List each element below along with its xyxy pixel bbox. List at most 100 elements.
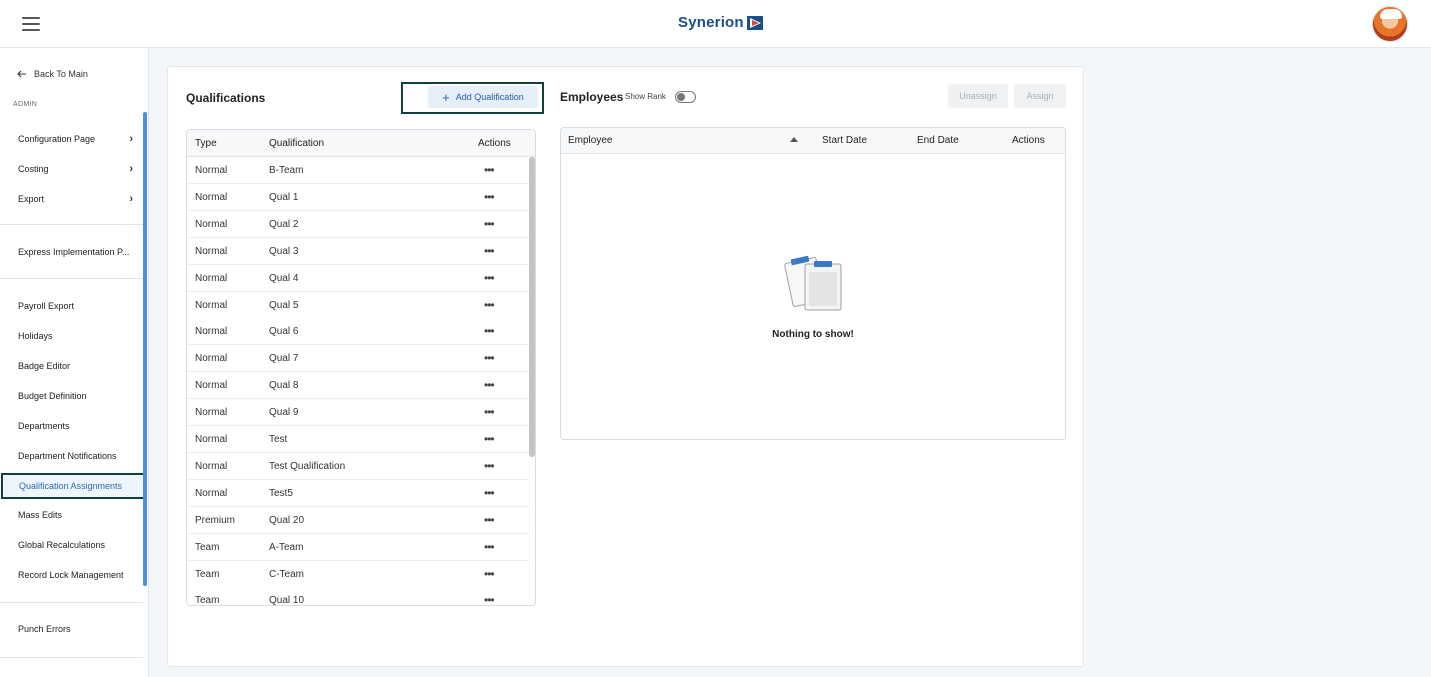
- cell-type: Normal: [195, 407, 228, 419]
- cell-qualification: Qual 2: [269, 218, 299, 230]
- show-rank-toggle[interactable]: [675, 91, 696, 103]
- sidebar-item-qualification-assignments[interactable]: Qualification Assignments: [1, 473, 146, 499]
- sidebar-item-costing[interactable]: Costing ›: [18, 163, 133, 175]
- sidebar-item-label: Express Implementation P...: [18, 247, 130, 257]
- row-actions-icon[interactable]: •••: [484, 271, 495, 285]
- synerion-logo[interactable]: Synerion: [678, 14, 763, 31]
- column-header-end-date[interactable]: End Date: [917, 135, 959, 146]
- row-actions-icon[interactable]: •••: [484, 217, 495, 231]
- clipboard-icon: [784, 255, 842, 311]
- table-row[interactable]: Normal Qual 2 •••: [187, 210, 529, 238]
- column-header-employee[interactable]: Employee: [568, 135, 612, 146]
- table-row[interactable]: Team A-Team •••: [187, 533, 529, 561]
- sidebar-item-payroll-export[interactable]: Payroll Export: [18, 301, 133, 311]
- table-row[interactable]: Normal Qual 4 •••: [187, 264, 529, 292]
- cell-qualification: Qual 1: [269, 191, 299, 203]
- cell-qualification: C-Team: [269, 568, 305, 580]
- sidebar-item-label: Badge Editor: [18, 361, 71, 371]
- top-bar: Synerion: [0, 0, 1431, 48]
- hamburger-icon[interactable]: [22, 17, 40, 31]
- employees-table: Employee Start Date End Date Actions Not…: [560, 127, 1066, 440]
- column-header-qualification[interactable]: Qualification: [269, 138, 324, 149]
- sidebar-item-label: Global Recalculations: [18, 540, 106, 550]
- sidebar-item-budget-definition[interactable]: Budget Definition: [18, 391, 133, 401]
- cell-qualification: B-Team: [269, 165, 304, 176]
- cell-qualification: Qual 9: [269, 407, 299, 419]
- sidebar-item-label: Costing: [18, 164, 49, 174]
- row-actions-icon[interactable]: •••: [484, 567, 495, 581]
- table-row[interactable]: Normal Qual 3 •••: [187, 238, 529, 265]
- table-scrollbar[interactable]: [529, 157, 535, 457]
- arrow-left-icon: [17, 70, 26, 78]
- add-qualification-button[interactable]: + Add Qualification: [428, 86, 538, 108]
- cell-type: Normal: [195, 460, 228, 472]
- row-actions-icon[interactable]: •••: [484, 378, 495, 392]
- row-actions-icon[interactable]: •••: [484, 593, 495, 605]
- row-actions-icon[interactable]: •••: [484, 351, 495, 365]
- sidebar-divider: [0, 602, 143, 603]
- table-row[interactable]: Normal Qual 5 •••: [187, 292, 529, 319]
- cell-type: Normal: [195, 245, 228, 257]
- table-row[interactable]: Normal B-Team •••: [187, 157, 529, 184]
- chevron-right-icon: ›: [129, 163, 133, 175]
- cell-type: Normal: [195, 191, 228, 203]
- sidebar-item-export[interactable]: Export ›: [18, 193, 133, 205]
- table-row[interactable]: Team C-Team •••: [187, 561, 529, 588]
- sidebar-item-configuration-page[interactable]: Configuration Page ›: [18, 133, 133, 145]
- row-actions-icon[interactable]: •••: [484, 432, 495, 446]
- sidebar-item-badge-editor[interactable]: Badge Editor: [18, 361, 133, 371]
- sidebar-item-express-implementation[interactable]: Express Implementation P...: [18, 247, 133, 257]
- row-actions-icon[interactable]: •••: [484, 486, 495, 500]
- cell-type: Normal: [195, 165, 228, 176]
- employees-title: Employees: [560, 90, 624, 104]
- row-actions-icon[interactable]: •••: [484, 298, 495, 312]
- add-qualification-label: Add Qualification: [455, 92, 524, 102]
- cell-qualification: Test: [269, 434, 288, 445]
- row-actions-icon[interactable]: •••: [484, 190, 495, 204]
- sidebar-item-record-lock-management[interactable]: Record Lock Management: [18, 570, 133, 580]
- sidebar-item-label: Payroll Export: [18, 301, 75, 311]
- table-row[interactable]: Normal Test Qualification •••: [187, 453, 529, 480]
- cell-qualification: Qual 8: [269, 380, 299, 392]
- back-label: Back To Main: [34, 69, 88, 79]
- cell-type: Normal: [195, 434, 228, 445]
- row-actions-icon[interactable]: •••: [484, 540, 495, 554]
- table-row[interactable]: Normal Qual 1 •••: [187, 184, 529, 211]
- sidebar: Back To Main ADMIN Configuration Page › C…: [0, 48, 149, 677]
- sidebar-item-global-recalculations[interactable]: Global Recalculations: [18, 540, 133, 550]
- table-row[interactable]: Normal Test •••: [187, 426, 529, 453]
- row-actions-icon[interactable]: •••: [484, 324, 495, 338]
- cell-type: Normal: [195, 218, 228, 230]
- table-row[interactable]: Normal Qual 6 •••: [187, 318, 529, 346]
- table-row[interactable]: Normal Qual 8 •••: [187, 372, 529, 400]
- table-row[interactable]: Team Qual 10 •••: [187, 587, 529, 605]
- column-header-start-date[interactable]: Start Date: [822, 135, 867, 146]
- column-header-type[interactable]: Type: [195, 138, 217, 149]
- qualifications-table: Type Qualification Actions Normal B-Team •…: [186, 129, 536, 606]
- sidebar-divider: [0, 278, 143, 279]
- row-actions-icon[interactable]: •••: [484, 244, 495, 258]
- sidebar-item-mass-edits[interactable]: Mass Edits: [18, 510, 133, 520]
- table-row[interactable]: Normal Qual 9 •••: [187, 399, 529, 427]
- user-avatar[interactable]: [1372, 6, 1408, 42]
- row-actions-icon[interactable]: •••: [484, 405, 495, 419]
- sidebar-item-punch-errors[interactable]: Punch Errors: [18, 624, 133, 634]
- table-row[interactable]: Normal Test5 •••: [187, 479, 529, 507]
- cell-type: Premium: [195, 514, 236, 526]
- table-row[interactable]: Normal Qual 7 •••: [187, 345, 529, 373]
- row-actions-icon[interactable]: •••: [484, 163, 495, 177]
- back-to-main-link[interactable]: Back To Main: [17, 69, 88, 79]
- row-actions-icon[interactable]: •••: [484, 513, 495, 527]
- sidebar-item-holidays[interactable]: Holidays: [18, 331, 133, 341]
- sidebar-item-label: Budget Definition: [18, 391, 87, 401]
- sidebar-item-departments[interactable]: Departments: [18, 421, 133, 431]
- unassign-button[interactable]: Unassign: [948, 84, 1008, 108]
- sort-ascending-icon[interactable]: [790, 137, 798, 142]
- section-label-admin: ADMIN: [13, 101, 38, 108]
- assign-button[interactable]: Assign: [1014, 84, 1066, 108]
- sidebar-item-department-notifications[interactable]: Department Notifications: [18, 451, 133, 461]
- sidebar-scrollbar[interactable]: [143, 112, 147, 586]
- table-row[interactable]: Premium Qual 20 •••: [187, 507, 529, 534]
- row-actions-icon[interactable]: •••: [484, 459, 495, 473]
- sidebar-item-label: Departments: [18, 421, 70, 431]
